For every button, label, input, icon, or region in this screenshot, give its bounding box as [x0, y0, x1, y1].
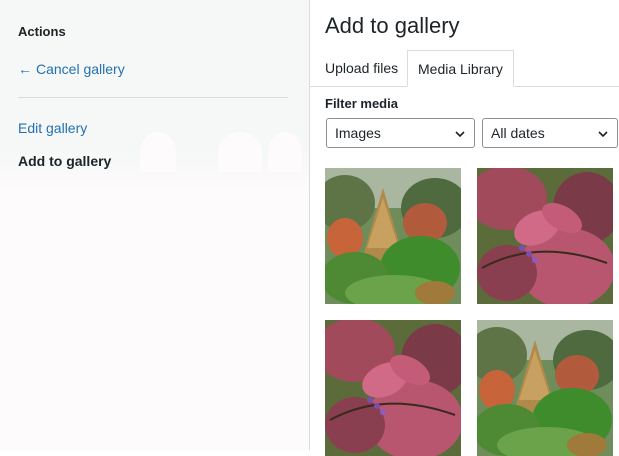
chevron-down-icon	[455, 131, 465, 138]
media-type-select[interactable]: Images	[326, 118, 475, 148]
add-to-gallery-item: Add to gallery	[18, 153, 112, 169]
actions-title: Actions	[18, 24, 66, 39]
date-value: All dates	[491, 125, 545, 141]
tab-upload-files[interactable]: Upload files	[315, 50, 408, 86]
media-thumbnail[interactable]	[477, 168, 613, 304]
page-title: Add to gallery	[325, 13, 460, 38]
edit-gallery-link[interactable]: Edit gallery	[18, 120, 87, 136]
media-thumbnail[interactable]	[477, 320, 613, 456]
media-thumbnail[interactable]	[325, 168, 461, 304]
media-thumbnail[interactable]	[325, 320, 461, 456]
cancel-gallery-label: Cancel gallery	[36, 61, 125, 77]
media-type-value: Images	[335, 125, 381, 141]
garden-image	[477, 320, 613, 456]
cancel-gallery-link[interactable]: ← Cancel gallery	[18, 61, 125, 77]
sidebar-divider	[18, 97, 288, 98]
garden-image	[325, 168, 461, 304]
actions-sidebar: Actions ← Cancel gallery Edit gallery Ad…	[0, 0, 309, 450]
leaves-image	[325, 320, 461, 456]
tab-media-library[interactable]: Media Library	[407, 50, 514, 87]
arrow-left-icon: ←	[18, 61, 32, 77]
sidebar-background	[0, 132, 309, 450]
leaves-image	[477, 168, 613, 304]
chevron-down-icon	[598, 131, 608, 138]
media-panel: Add to gallery Upload files Media Librar…	[310, 0, 619, 456]
filter-media-label: Filter media	[325, 96, 398, 111]
date-select[interactable]: All dates	[482, 118, 618, 148]
